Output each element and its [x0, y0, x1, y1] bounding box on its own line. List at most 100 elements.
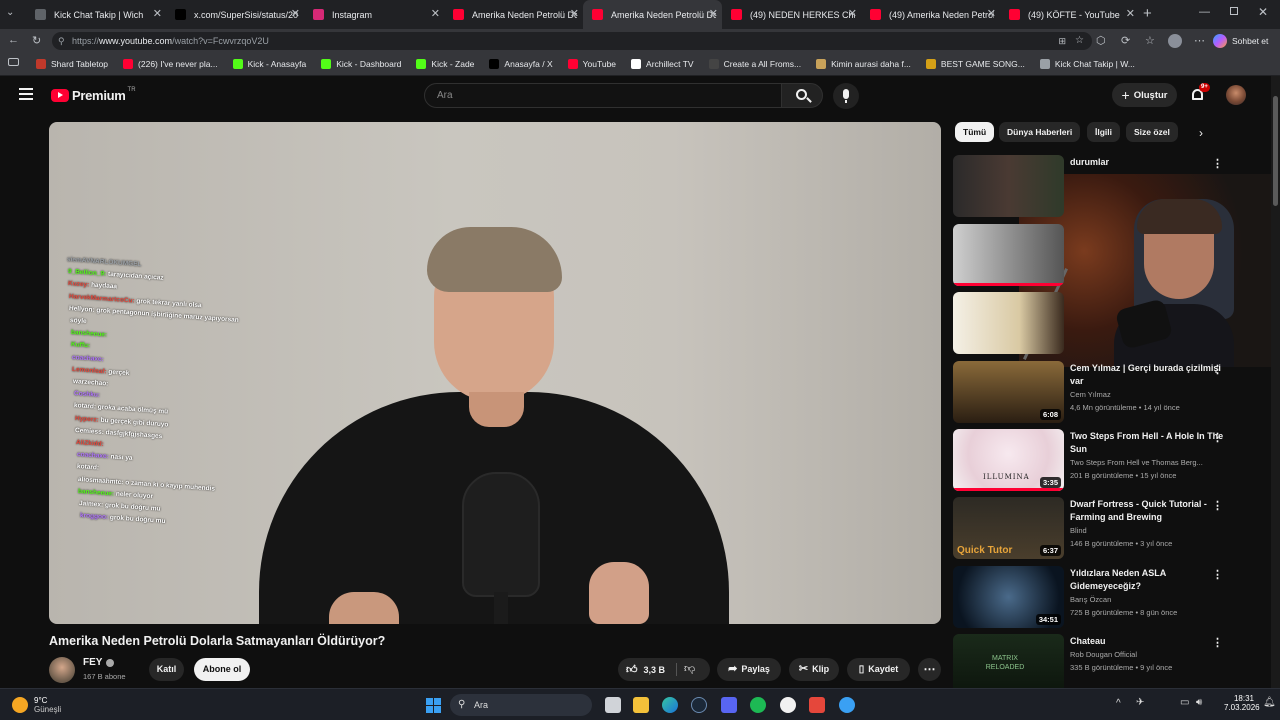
bookmark-item[interactable]: Kick - Anasayfa [232, 59, 306, 69]
tab-close-icon[interactable]: ✕ [709, 7, 718, 20]
edge-browser-icon[interactable] [662, 697, 678, 713]
youtube-logo[interactable]: Premium TR [51, 87, 136, 103]
filter-chip[interactable]: Size özel [1126, 122, 1178, 142]
bookmark-item[interactable]: Create a All Froms... [708, 59, 801, 69]
share-button[interactable]: ➦ Paylaş [717, 658, 781, 681]
app-icon[interactable] [839, 697, 855, 713]
recommendation-menu-icon[interactable]: ⋮ [1212, 568, 1223, 581]
tab-close-icon[interactable]: ✕ [570, 7, 579, 20]
sync-icon[interactable]: ⟳ [1121, 34, 1130, 47]
game-app-icon[interactable] [809, 697, 825, 713]
bookmark-item[interactable]: Kick - Dashboard [321, 59, 401, 69]
recommendation-item[interactable]: 3:35 ILLUMINA Two Steps From Hell - A Hole… [953, 429, 1263, 491]
filter-chip[interactable]: Tümü [955, 122, 995, 142]
tab-close-icon[interactable]: ✕ [987, 7, 996, 20]
video-thumbnail[interactable]: MATRIX RELOADED [953, 634, 1064, 688]
tab-close-icon[interactable]: ✕ [153, 7, 162, 20]
copilot-button[interactable]: Sohbet et [1213, 32, 1268, 50]
new-tab-button[interactable]: + [1143, 5, 1152, 22]
notifications-button[interactable]: 9+ [1190, 83, 1210, 103]
browser-tab[interactable]: Instagram ✕ [304, 0, 444, 29]
page-scrollbar[interactable] [1271, 76, 1280, 688]
volume-icon[interactable]: 🔊︎ [1196, 697, 1202, 708]
favorites-icon[interactable]: ☆ [1145, 34, 1155, 47]
network-icon[interactable]: ✈ [1136, 697, 1144, 708]
bookmark-item[interactable]: BEST GAME SONG... [925, 59, 1025, 69]
video-thumbnail[interactable] [953, 224, 1064, 286]
task-view-icon[interactable] [605, 697, 621, 713]
create-button[interactable]: + Oluştur [1112, 83, 1177, 107]
filter-chip[interactable]: Dünya Haberleri [999, 122, 1081, 142]
bookmark-item[interactable]: YouTube [567, 59, 616, 69]
extensions-icon[interactable]: ⬡ [1096, 34, 1106, 47]
video-thumbnail[interactable]: 6:08 [953, 361, 1064, 423]
recommendation-menu-icon[interactable]: ⋮ [1212, 431, 1223, 444]
guide-menu-icon[interactable] [19, 88, 33, 100]
file-explorer-icon[interactable] [633, 697, 649, 713]
url-field[interactable]: ⚲ https://www.youtube.com/watch?v=Fcwvrz… [52, 32, 1092, 50]
video-thumbnail[interactable] [953, 292, 1064, 354]
browser-tab[interactable]: Amerika Neden Petrolü Dolar✕ [444, 0, 583, 29]
discord-icon[interactable] [721, 697, 737, 713]
channel-avatar[interactable] [49, 657, 75, 683]
like-button[interactable]: 👍︎ 3,3 B [626, 658, 665, 681]
tab-close-icon[interactable]: ✕ [291, 7, 300, 20]
video-thumbnail[interactable] [953, 155, 1064, 217]
recommendation-menu-icon[interactable]: ⋮ [1212, 636, 1223, 649]
bookmark-item[interactable]: Kick - Zade [416, 59, 474, 69]
more-actions-button[interactable]: ⋯ [918, 658, 941, 681]
search-input[interactable]: Ara [424, 83, 782, 108]
account-avatar[interactable] [1226, 85, 1246, 105]
browser-tab[interactable]: (49) NEDEN HERKES ChatGP✕ [722, 0, 861, 29]
recommendation-item[interactable]: 6:08 Cem Yılmaz | Gerçi burada çizilmişi … [953, 361, 1263, 423]
bookmark-item[interactable]: Archillect TV [631, 59, 694, 69]
clock[interactable]: 18:31 7.03.2026 [1224, 694, 1260, 712]
bookmark-star-icon[interactable]: ☆ [1075, 32, 1084, 50]
tray-overflow-icon[interactable]: ^ [1116, 698, 1121, 709]
recommendation-item[interactable] [953, 224, 1263, 286]
search-button[interactable] [781, 83, 823, 108]
join-button[interactable]: Katıl [149, 658, 184, 681]
browser-tab[interactable]: x.com/SuperSisi/status/2025 ✕ [166, 0, 304, 29]
bookmark-item[interactable]: Shard Tabletop [36, 59, 108, 69]
video-player[interactable]: siemAVNARLOKUMGEL 9_Bellion_9: tarayıcıd… [49, 122, 941, 624]
taskbar-search[interactable]: ⚲ Ara [450, 694, 592, 716]
site-info-icon[interactable]: ⚲ [58, 32, 65, 50]
recommendation-item[interactable]: 34:51 Yıldızlara Neden ASLA Gidemeyeceğiz… [953, 566, 1263, 628]
maximize-button[interactable] [1230, 7, 1238, 15]
recommendation-menu-icon[interactable]: ⋮ [1212, 157, 1223, 170]
tab-close-icon[interactable]: ✕ [431, 7, 440, 20]
unreal-engine-icon[interactable] [780, 697, 796, 713]
bookmark-item[interactable]: Kick Chat Takip | W... [1039, 59, 1135, 69]
sidebar-toggle-icon[interactable] [8, 58, 19, 66]
bookmark-item[interactable]: Kimin aurasi daha f... [816, 59, 911, 69]
chips-next-icon[interactable]: › [1199, 126, 1203, 140]
subscribe-button[interactable]: Abone ol [194, 658, 250, 681]
voice-search-button[interactable] [833, 83, 859, 109]
clip-button[interactable]: ✂ Klip [789, 658, 839, 681]
close-window-button[interactable]: ✕ [1258, 5, 1268, 19]
recommendation-menu-icon[interactable]: ⋮ [1212, 363, 1223, 376]
back-icon[interactable]: ← [8, 34, 19, 46]
video-thumbnail[interactable]: 6:37 Quick Tutor [953, 497, 1064, 559]
browser-tab[interactable]: (49) KÖFTE - YouTube ✕ [1000, 0, 1139, 29]
browser-tab[interactable]: (49) Amerika Neden Petrolü ✕ [861, 0, 1000, 29]
bookmark-item[interactable]: (226) I've never pla... [123, 59, 218, 69]
more-menu-icon[interactable]: ⋯ [1194, 34, 1205, 47]
spotify-icon[interactable] [750, 697, 766, 713]
steam-icon[interactable] [691, 697, 707, 713]
dislike-button[interactable]: 👎︎ [684, 658, 695, 681]
recommendation-menu-icon[interactable]: ⋮ [1212, 499, 1223, 512]
reload-icon[interactable]: ↻ [32, 34, 41, 47]
tab-list-button[interactable]: ⌄ [6, 7, 20, 21]
display-icon[interactable]: ▭ [1180, 697, 1189, 708]
browser-tab[interactable]: Amerika Neden Petrolü Dolar✕ [583, 0, 722, 29]
video-thumbnail[interactable]: 34:51 [953, 566, 1064, 628]
video-thumbnail[interactable]: 3:35 ILLUMINA [953, 429, 1064, 491]
weather-widget[interactable]: 9°C Güneşli [12, 693, 61, 717]
bookmark-item[interactable]: Anasayfa / X [489, 59, 553, 69]
tab-close-icon[interactable]: ✕ [848, 7, 857, 20]
tab-close-icon[interactable]: ✕ [1126, 7, 1135, 20]
save-button[interactable]: ▯ Kaydet [847, 658, 910, 681]
minimize-button[interactable]: — [1199, 6, 1210, 18]
